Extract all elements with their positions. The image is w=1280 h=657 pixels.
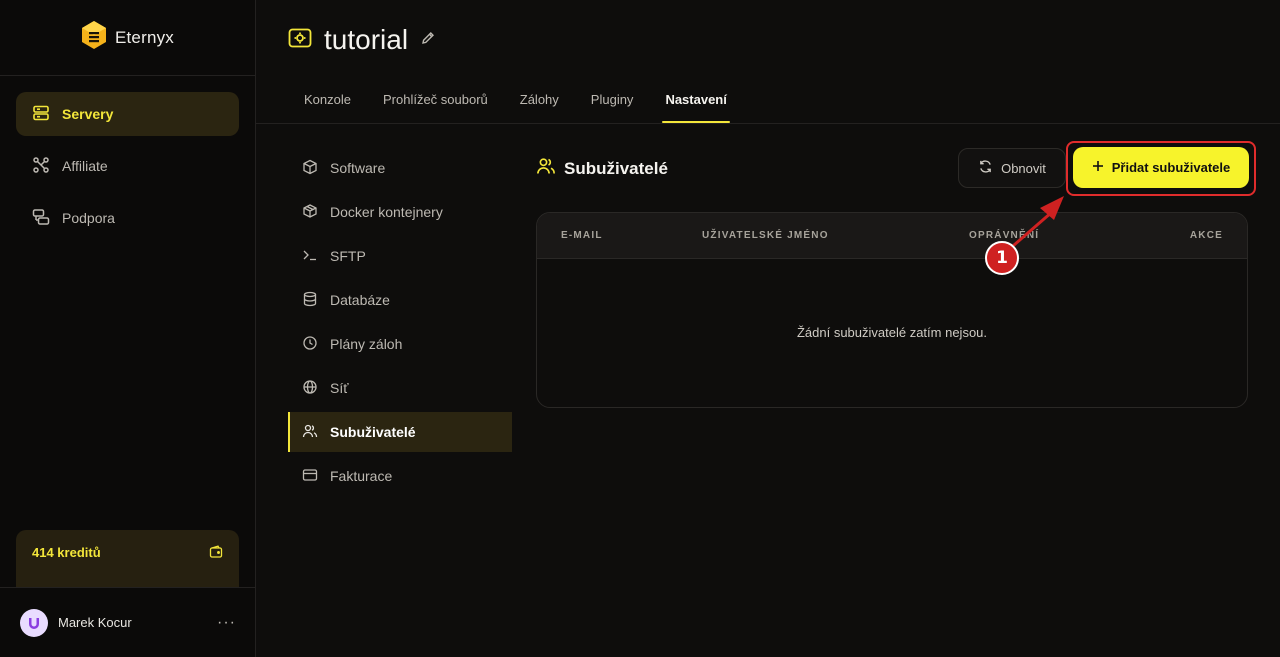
avatar (20, 608, 48, 637)
settings-item-sit[interactable]: Síť (288, 368, 512, 408)
add-subuser-button[interactable]: Přidat subuživatele (1073, 147, 1249, 188)
tab-konzole[interactable]: Konzole (288, 92, 367, 123)
column-header-permissions[interactable]: OPRÁVNĚNÍ (969, 230, 1039, 241)
terminal-icon (302, 247, 318, 266)
logo-icon (81, 20, 107, 55)
sidebar-item-label: Servery (62, 106, 114, 122)
settings-item-databaze[interactable]: Databáze (288, 280, 512, 320)
box-icon (302, 203, 318, 222)
settings-item-docker[interactable]: Docker kontejnery (288, 192, 512, 232)
users-icon (302, 423, 318, 442)
plus-icon (1092, 160, 1104, 175)
server-header: tutorial Konzole Prohlížeč souborů Záloh… (256, 0, 1280, 124)
sidebar: Eternyx Servery Affiliate Podpora 414 kr… (0, 0, 256, 657)
column-header-username[interactable]: UŽIVATELSKÉ JMÉNO (702, 230, 829, 241)
sidebar-item-servery[interactable]: Servery (16, 92, 239, 136)
column-header-email[interactable]: E-MAIL (561, 230, 603, 241)
tab-nastaveni[interactable]: Nastavení (649, 92, 742, 123)
settings-item-label: Síť (330, 380, 349, 396)
column-header-actions: AKCE (1189, 230, 1223, 241)
section-header: Subuživatelé (536, 156, 668, 181)
tab-prohlizec-souboru[interactable]: Prohlížeč souborů (367, 92, 504, 123)
brand[interactable]: Eternyx (0, 0, 255, 76)
user-profile[interactable]: Marek Kocur ··· (0, 587, 256, 657)
settings-item-fakturace[interactable]: Fakturace (288, 456, 512, 496)
settings-item-label: Software (330, 160, 386, 176)
server-tabs: Konzole Prohlížeč souborů Zálohy Pluginy… (288, 92, 743, 123)
settings-item-label: SFTP (330, 248, 366, 264)
refresh-label: Obnovit (1001, 160, 1046, 176)
credits-card[interactable]: 414 kreditů (16, 530, 239, 587)
empty-state-text: Žádní subuživatelé zatím nejsou. (796, 325, 988, 340)
credits-amount: 414 kreditů (32, 545, 101, 560)
server-settings-icon (288, 26, 312, 55)
server-icon (32, 104, 50, 125)
section-title: Subuživatelé (564, 158, 668, 178)
settings-item-plany-zaloh[interactable]: Plány záloh (288, 324, 512, 364)
settings-item-subuzivatele[interactable]: Subuživatelé (288, 412, 512, 452)
settings-item-software[interactable]: Software (288, 148, 512, 188)
subusers-table: E-MAIL UŽIVATELSKÉ JMÉNO OPRÁVNĚNÍ AKCE … (536, 212, 1248, 408)
settings-item-label: Subuživatelé (330, 424, 416, 440)
sidebar-item-podpora[interactable]: Podpora (16, 196, 239, 240)
refresh-icon (978, 159, 993, 177)
sidebar-item-label: Podpora (62, 210, 115, 226)
brand-name: Eternyx (114, 27, 175, 47)
affiliate-icon (32, 156, 50, 177)
settings-item-sftp[interactable]: SFTP (288, 236, 512, 276)
tab-zalohy[interactable]: Zálohy (504, 92, 575, 123)
page-title: tutorial (324, 24, 409, 55)
globe-icon (302, 379, 318, 398)
clock-icon (302, 335, 318, 354)
tab-pluginy[interactable]: Pluginy (575, 92, 650, 123)
edit-pencil-icon[interactable] (420, 30, 436, 51)
sidebar-nav: Servery Affiliate Podpora (0, 76, 255, 256)
settings-item-label: Docker kontejnery (330, 204, 443, 220)
settings-nav: Software Docker kontejnery SFTP Databáze… (288, 148, 512, 500)
sidebar-item-affiliate[interactable]: Affiliate (16, 144, 239, 188)
user-name: Marek Kocur (58, 615, 132, 630)
cube-icon (302, 159, 318, 178)
support-icon (32, 208, 50, 229)
settings-item-label: Databáze (330, 292, 390, 308)
refresh-button[interactable]: Obnovit (958, 148, 1066, 188)
table-header: E-MAIL UŽIVATELSKÉ JMÉNO OPRÁVNĚNÍ AKCE (537, 213, 1247, 259)
database-icon (302, 291, 318, 310)
sidebar-item-label: Affiliate (62, 158, 108, 174)
settings-item-label: Fakturace (330, 468, 393, 484)
wallet-icon[interactable] (209, 545, 223, 562)
more-options-button[interactable]: ··· (217, 614, 236, 632)
card-icon (302, 467, 318, 486)
add-subuser-label: Přidat subuživatele (1111, 160, 1231, 175)
users-icon (536, 156, 556, 181)
step-marker: 1 (985, 241, 1019, 275)
settings-item-label: Plány záloh (330, 336, 403, 352)
